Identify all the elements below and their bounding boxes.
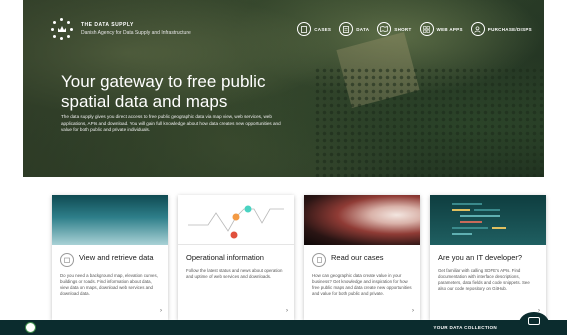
card-text: Follow the latest status and news about … <box>186 268 283 279</box>
hero-banner: THE DATA SUPPLY Danish Agency for Data S… <box>23 0 544 177</box>
document-icon <box>297 22 312 36</box>
card-row: View and retrieve data Do you need a bac… <box>52 195 547 320</box>
card-title: View and retrieve data <box>79 253 154 262</box>
grid-icon <box>419 22 434 36</box>
nav-label: WEB APPS <box>436 26 463 32</box>
card-body: View and retrieve data Do you need a bac… <box>52 245 168 297</box>
brand-name: THE DATA SUPPLY <box>81 22 134 28</box>
nav-item-data[interactable]: DATA <box>339 22 369 36</box>
user-icon <box>470 22 485 36</box>
arrow-right-icon: › <box>412 308 414 314</box>
nav-label: CASES <box>314 26 332 32</box>
document-icon <box>312 253 326 267</box>
nav-item-short[interactable]: SHORT <box>377 22 411 36</box>
arrow-right-icon: › <box>286 308 288 314</box>
nav-item-purchase[interactable]: PURCHASE/DISPS <box>470 22 532 36</box>
hero-title-line-1: Your gateway to free public <box>61 72 266 91</box>
nav-label: PURCHASE/DISPS <box>487 26 532 32</box>
card-title-row: Read our cases <box>312 253 412 267</box>
page: THE DATA SUPPLY Danish Agency for Data S… <box>0 0 567 335</box>
brand-subtitle: Danish Agency for Data Supply and Infras… <box>81 30 191 36</box>
data-collection-link[interactable]: YOUR DATA COLLECTION <box>433 325 497 330</box>
card-body: Operational information Follow the lates… <box>178 245 294 280</box>
card-image-status-graph <box>178 195 294 245</box>
card-read-cases[interactable]: Read our cases How can geographic data c… <box>304 195 420 320</box>
card-view-data[interactable]: View and retrieve data Do you need a bac… <box>52 195 168 320</box>
card-text: How can geographic data create value in … <box>312 273 412 296</box>
nav-label: DATA <box>356 26 370 32</box>
nav-item-cases[interactable]: CASES <box>297 22 331 36</box>
data-collection-tab[interactable] <box>519 312 549 335</box>
map-icon <box>377 22 392 36</box>
tray-icon <box>528 317 540 325</box>
card-text: Get familiar with calling SDFE's APIs. F… <box>438 268 530 291</box>
list-icon <box>339 22 354 36</box>
brand[interactable]: THE DATA SUPPLY Danish Agency for Data S… <box>51 18 191 40</box>
card-image-aerial <box>52 195 168 245</box>
brand-text: THE DATA SUPPLY Danish Agency for Data S… <box>81 22 191 36</box>
card-operational-info[interactable]: Operational information Follow the lates… <box>178 195 294 320</box>
card-title: Read our cases <box>331 253 384 262</box>
hero-title: Your gateway to free public spatial data… <box>61 72 361 112</box>
card-image-code <box>430 195 546 245</box>
hero-description: The data supply gives you direct access … <box>61 114 281 133</box>
card-image-light-trails <box>304 195 420 245</box>
card-text: Do you need a background map, elevation … <box>60 273 158 296</box>
card-it-developer[interactable]: Are you an IT developer? Get familiar wi… <box>430 195 546 320</box>
hero-title-line-2: spatial data and maps <box>61 92 228 111</box>
nav-item-web-apps[interactable]: WEB APPS <box>419 22 463 36</box>
card-body: Read our cases How can geographic data c… <box>304 245 420 297</box>
top-navigation: CASES DATA SHORT WEB APPS PURCHASE/DISPS <box>297 22 532 36</box>
card-body: Are you an IT developer? Get familiar wi… <box>430 245 546 292</box>
crown-logo-icon <box>51 18 73 40</box>
card-title: Are you an IT developer? <box>438 253 523 262</box>
arrow-right-icon: › <box>160 308 162 314</box>
bottom-bar: YOUR DATA COLLECTION <box>0 312 567 335</box>
folder-icon <box>60 253 74 267</box>
nav-label: SHORT <box>394 26 412 32</box>
card-title-row: View and retrieve data <box>60 253 160 267</box>
card-title: Operational information <box>186 253 264 262</box>
agency-logo-icon[interactable] <box>25 322 36 333</box>
